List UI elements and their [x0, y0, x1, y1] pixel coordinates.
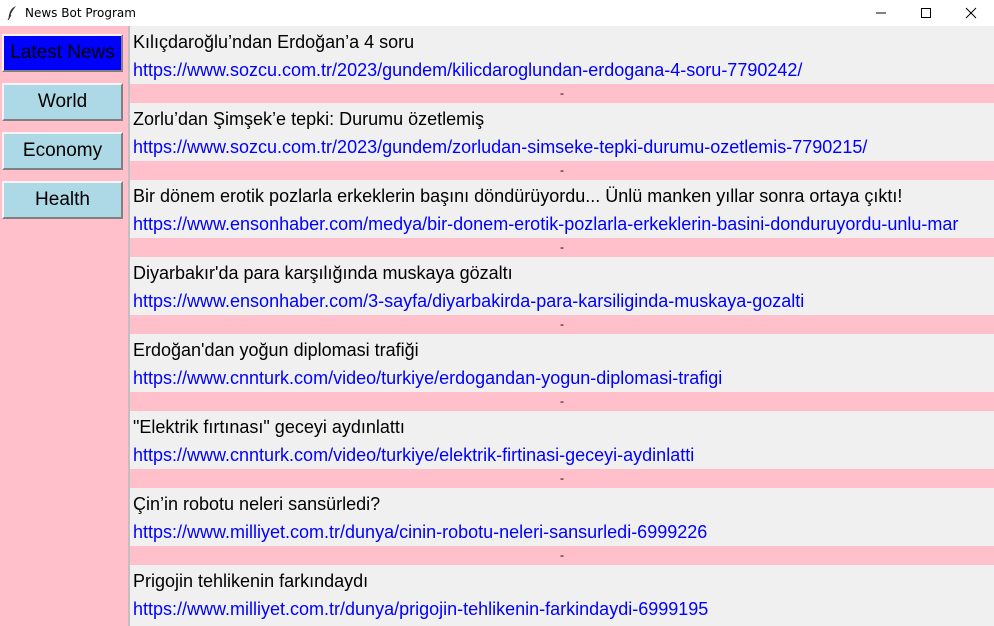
news-link[interactable]: https://www.ensonhaber.com/3-sayfa/diyar… [133, 291, 804, 312]
news-link[interactable]: https://www.milliyet.com.tr/dunya/cinin-… [133, 522, 707, 543]
news-separator: - [130, 315, 994, 334]
close-button[interactable] [948, 0, 994, 26]
news-separator: - [130, 238, 994, 257]
latest-news-button[interactable]: Latest News [2, 34, 123, 72]
news-link[interactable]: https://www.cnnturk.com/video/turkiye/er… [133, 368, 722, 389]
news-link[interactable]: https://www.ensonhaber.com/medya/bir-don… [133, 214, 958, 235]
title-bar[interactable]: News Bot Program [0, 0, 994, 26]
news-item: Diyarbakır'da para karşılığında muskaya … [130, 257, 994, 334]
news-item: Çin’in robotu neleri sansürledi? https:/… [130, 488, 994, 565]
close-icon [965, 7, 977, 19]
news-item: Kılıçdaroğlu’ndan Erdoğan’a 4 soru https… [130, 26, 994, 103]
news-separator: - [130, 469, 994, 488]
news-title: Diyarbakır'da para karşılığında muskaya … [133, 263, 513, 283]
maximize-button[interactable] [903, 0, 949, 26]
news-link[interactable]: https://www.sozcu.com.tr/2023/gundem/kil… [133, 60, 802, 81]
news-title: "Elektrik fırtınası" geceyi aydınlattı [133, 417, 405, 437]
news-title: Zorlu’dan Şimşek’e tepki: Durumu özetlem… [133, 109, 485, 129]
economy-button[interactable]: Economy [2, 132, 123, 170]
news-title: Prigojin tehlikenin farkındaydı [133, 571, 369, 591]
news-item: Zorlu’dan Şimşek’e tepki: Durumu özetlem… [130, 103, 994, 180]
news-item: Erdoğan'dan yoğun diplomasi trafiği http… [130, 334, 994, 411]
news-title: Çin’in robotu neleri sansürledi? [133, 494, 381, 514]
news-separator: - [130, 392, 994, 411]
world-button[interactable]: World [2, 83, 123, 121]
news-separator: - [130, 84, 994, 103]
news-title: Bir dönem erotik pozlarla erkeklerin baş… [133, 186, 903, 206]
minimize-icon [876, 12, 886, 14]
news-item: "Elektrik fırtınası" geceyi aydınlattı h… [130, 411, 994, 488]
news-separator: - [130, 161, 994, 180]
news-item: Prigojin tehlikenin farkındaydı https://… [130, 565, 994, 626]
news-link[interactable]: https://www.sozcu.com.tr/2023/gundem/zor… [133, 137, 867, 158]
news-separator: - [130, 546, 994, 565]
news-title: Kılıçdaroğlu’ndan Erdoğan’a 4 soru [133, 32, 415, 52]
news-item: Bir dönem erotik pozlarla erkeklerin baş… [130, 180, 994, 257]
minimize-button[interactable] [858, 0, 904, 26]
maximize-icon [921, 8, 931, 18]
window-title: News Bot Program [25, 6, 136, 20]
news-link[interactable]: https://www.cnnturk.com/video/turkiye/el… [133, 445, 694, 466]
sidebar: Latest News World Economy Health [0, 26, 128, 626]
health-button[interactable]: Health [2, 181, 123, 219]
feather-icon [6, 5, 18, 21]
news-title: Erdoğan'dan yoğun diplomasi trafiği [133, 340, 419, 360]
news-list: Kılıçdaroğlu’ndan Erdoğan’a 4 soru https… [130, 26, 994, 626]
news-link[interactable]: https://www.milliyet.com.tr/dunya/prigoj… [133, 599, 708, 620]
